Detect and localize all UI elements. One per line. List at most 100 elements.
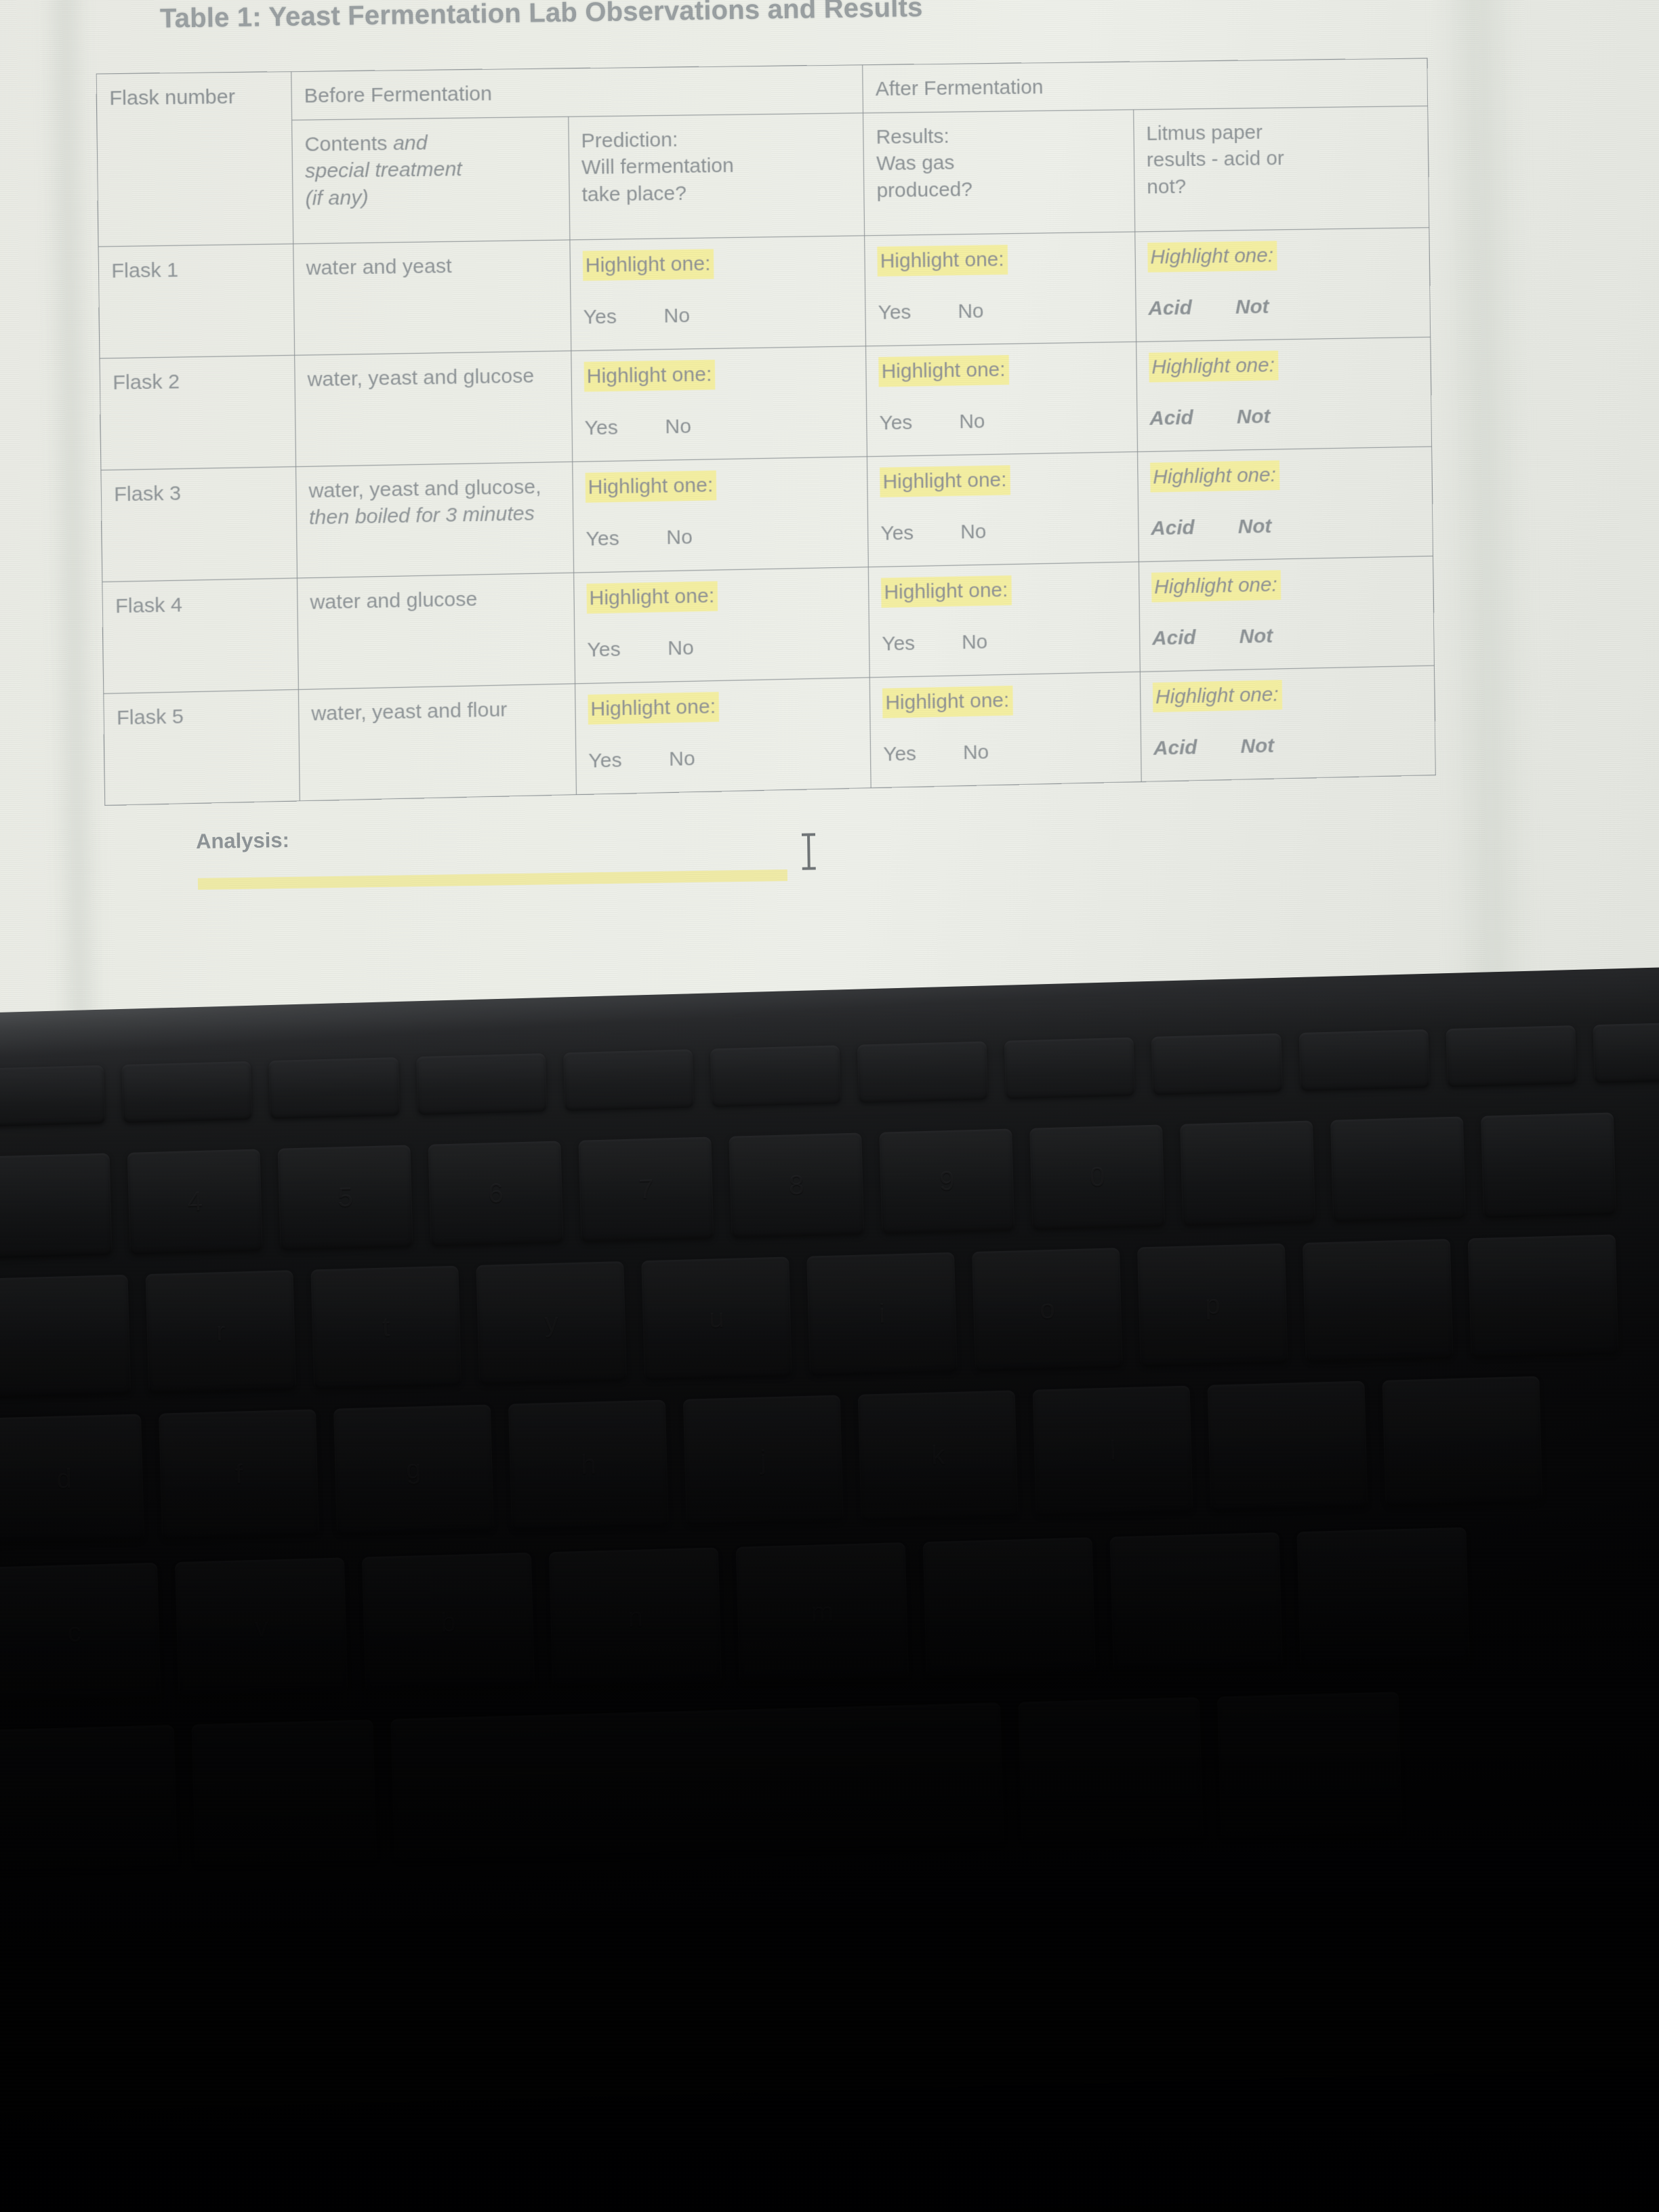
choice-yes[interactable]: Yes	[880, 519, 960, 548]
key-fn[interactable]	[1446, 1025, 1577, 1088]
results-cell[interactable]: Highlight one: Yes No	[869, 671, 1142, 788]
key-numeric[interactable]	[1180, 1120, 1316, 1226]
choice-no[interactable]: No	[668, 635, 694, 663]
key-letter[interactable]: k	[857, 1390, 1019, 1521]
key-fn[interactable]	[1593, 1021, 1659, 1084]
results-cell[interactable]: Highlight one: Yes No	[864, 231, 1136, 346]
results-cell[interactable]: Highlight one: Yes No	[865, 341, 1138, 457]
results-cell[interactable]: Highlight one: Yes No	[867, 451, 1139, 567]
key-numeric[interactable]: 4	[127, 1149, 263, 1254]
choice-no[interactable]: No	[669, 745, 695, 773]
prediction-cell[interactable]: Highlight one: Yes No	[572, 456, 869, 573]
key-letter[interactable]: f	[159, 1409, 320, 1540]
key-fn[interactable]	[857, 1041, 989, 1103]
choice-not[interactable]: Not	[1237, 403, 1271, 430]
key-spacebar[interactable]	[390, 1702, 1004, 1862]
choice-no[interactable]: No	[962, 629, 988, 656]
key-fn[interactable]	[121, 1061, 253, 1123]
key-letter[interactable]: m	[735, 1542, 909, 1683]
key-letter[interactable]: d	[0, 1414, 145, 1544]
key-fn[interactable]	[268, 1057, 400, 1120]
choice-yes[interactable]: Yes	[587, 635, 668, 663]
key-letter[interactable]: g	[333, 1404, 494, 1535]
key-numeric[interactable]	[0, 1153, 112, 1258]
prediction-cell[interactable]: Highlight one: Yes No	[569, 235, 866, 351]
choice-no[interactable]: No	[663, 302, 690, 329]
choice-yes[interactable]: Yes	[883, 739, 963, 768]
key-numeric[interactable]	[1330, 1116, 1466, 1222]
key-numeric[interactable]: 8	[729, 1132, 865, 1238]
choice-yes[interactable]: Yes	[586, 525, 666, 553]
key-numeric[interactable]: 9	[879, 1128, 1015, 1234]
key-letter[interactable]	[1467, 1234, 1619, 1358]
key-letter[interactable]	[1207, 1380, 1368, 1511]
litmus-cell[interactable]: Highlight one: Acid Not	[1137, 446, 1433, 562]
choice-no[interactable]: No	[960, 518, 987, 546]
key-modifier[interactable]	[0, 1725, 178, 1872]
choice-acid[interactable]: Acid	[1151, 514, 1238, 542]
litmus-cell[interactable]: Highlight one: Acid Not	[1139, 556, 1435, 672]
litmus-cell[interactable]: Highlight one: Acid Not	[1140, 665, 1436, 782]
choice-yes[interactable]: Yes	[583, 303, 663, 331]
key-fn[interactable]	[1004, 1037, 1136, 1099]
choice-not[interactable]: Not	[1240, 623, 1273, 650]
key-fn[interactable]	[710, 1045, 842, 1107]
choice-acid[interactable]: Acid	[1152, 623, 1240, 652]
key-letter[interactable]: u	[641, 1256, 792, 1380]
choice-not[interactable]: Not	[1240, 733, 1274, 760]
key-letter[interactable]	[1382, 1376, 1543, 1507]
key-modifier[interactable]	[1018, 1697, 1204, 1845]
choice-yes[interactable]: Yes	[584, 413, 665, 442]
choice-acid[interactable]: Acid	[1148, 294, 1235, 322]
key-modifier[interactable]	[191, 1719, 377, 1867]
key-letter[interactable]: n	[548, 1547, 722, 1688]
key-letter[interactable]: l	[1032, 1385, 1193, 1516]
choice-no[interactable]: No	[958, 298, 984, 325]
key-letter[interactable]: j	[682, 1395, 844, 1525]
key-letter[interactable]	[922, 1537, 1096, 1678]
key-fn[interactable]	[415, 1053, 547, 1115]
prediction-cell[interactable]: Highlight one: Yes No	[571, 346, 867, 462]
key-letter[interactable]: v	[175, 1557, 348, 1698]
litmus-cell[interactable]: Highlight one: Acid Not	[1134, 227, 1431, 342]
prediction-cell[interactable]: Highlight one: Yes No	[575, 677, 872, 795]
choice-no[interactable]: No	[959, 408, 985, 435]
choice-acid[interactable]: Acid	[1153, 733, 1241, 762]
key-letter[interactable]: b	[361, 1552, 535, 1693]
choice-yes[interactable]: Yes	[879, 409, 959, 437]
choice-no[interactable]: No	[665, 413, 691, 441]
key-letter[interactable]: p	[1136, 1243, 1288, 1367]
key-letter[interactable]: t	[310, 1265, 462, 1389]
key-numeric[interactable]: 5	[277, 1145, 413, 1250]
key-letter[interactable]: i	[806, 1252, 958, 1376]
key-numeric[interactable]: 0	[1029, 1124, 1166, 1230]
key-letter[interactable]: h	[508, 1399, 669, 1530]
key-letter[interactable]: r	[145, 1270, 297, 1394]
key-letter[interactable]: o	[972, 1248, 1123, 1372]
choice-not[interactable]: Not	[1235, 293, 1269, 321]
choice-not[interactable]: Not	[1238, 513, 1272, 540]
key-numeric[interactable]: 6	[428, 1141, 564, 1246]
key-letter[interactable]	[0, 1274, 131, 1398]
key-letter[interactable]	[1109, 1532, 1283, 1673]
key-numeric[interactable]	[1480, 1112, 1616, 1218]
results-cell[interactable]: Highlight one: Yes No	[868, 561, 1141, 678]
key-numeric[interactable]: 7	[578, 1136, 714, 1242]
choice-no[interactable]: No	[666, 524, 693, 551]
key-letter[interactable]	[1296, 1527, 1470, 1668]
key-fn[interactable]	[0, 1065, 106, 1127]
choice-yes[interactable]: Yes	[882, 630, 962, 658]
key-fn[interactable]	[1298, 1029, 1430, 1091]
choice-acid[interactable]: Acid	[1149, 404, 1237, 432]
litmus-cell[interactable]: Highlight one: Acid Not	[1136, 336, 1432, 452]
key-fn[interactable]	[1151, 1033, 1283, 1095]
choice-yes[interactable]: Yes	[878, 298, 958, 326]
key-letter[interactable]: c	[0, 1562, 161, 1703]
choice-no[interactable]: No	[963, 739, 989, 766]
prediction-cell[interactable]: Highlight one: Yes No	[573, 567, 870, 684]
key-letter[interactable]	[1302, 1239, 1454, 1362]
key-letter[interactable]: y	[476, 1261, 628, 1385]
key-modifier[interactable]	[1216, 1692, 1403, 1839]
choice-yes[interactable]: Yes	[588, 746, 669, 775]
key-fn[interactable]	[562, 1049, 695, 1111]
